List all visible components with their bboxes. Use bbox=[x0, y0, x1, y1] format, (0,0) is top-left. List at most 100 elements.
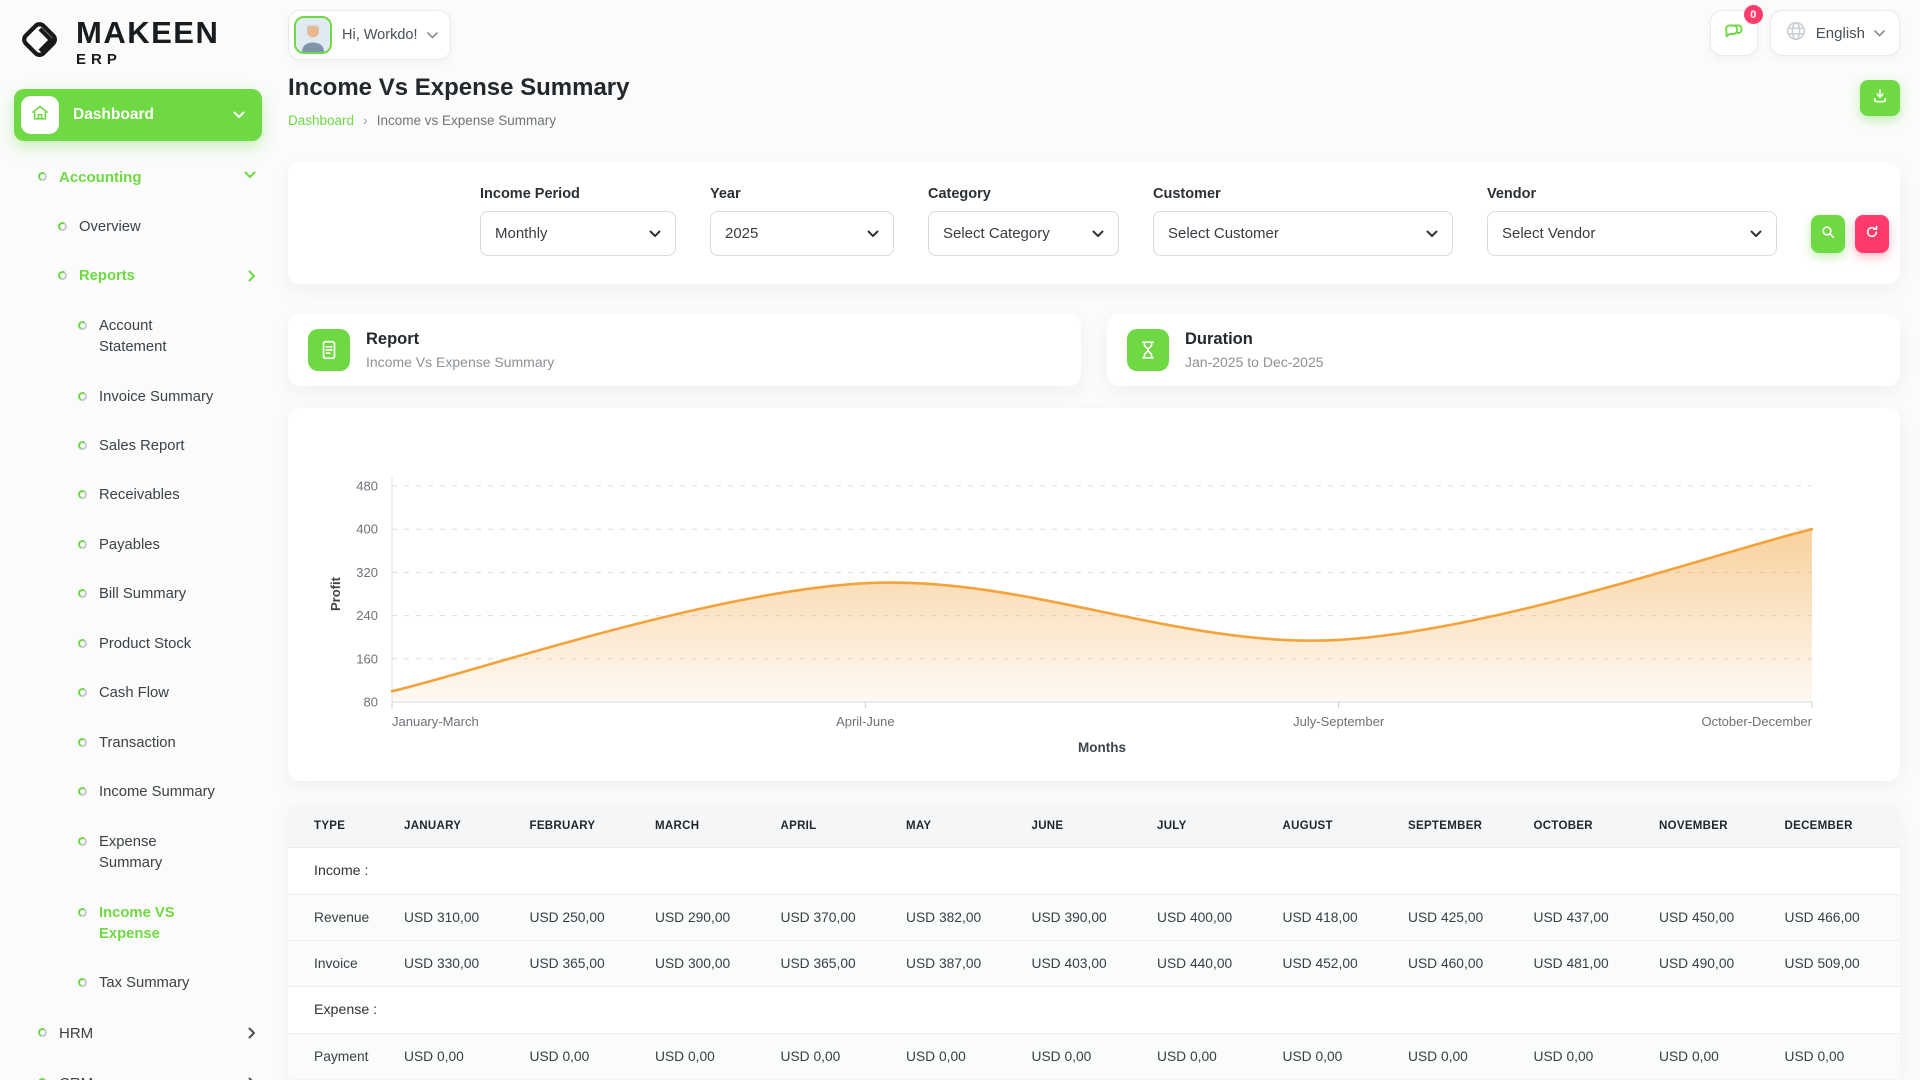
sidebar-item-receivables[interactable]: Receivables bbox=[14, 471, 262, 520]
avatar bbox=[294, 16, 332, 54]
cell: USD 0,00 bbox=[520, 1034, 646, 1080]
chevron-right-icon bbox=[248, 1027, 256, 1039]
column-header-may: MAY bbox=[896, 805, 1022, 848]
bullet-icon bbox=[37, 1077, 48, 1080]
user-menu[interactable]: Hi, Workdo! bbox=[288, 10, 451, 60]
sidebar-item-product-stock[interactable]: Product Stock bbox=[14, 620, 262, 669]
income-period-select[interactable]: Monthly bbox=[480, 211, 676, 256]
cell bbox=[1775, 848, 1901, 895]
bullet-icon bbox=[77, 977, 88, 988]
chevron-down-icon bbox=[1092, 225, 1104, 242]
sidebar-item-hrm[interactable]: HRM bbox=[14, 1009, 262, 1059]
brand-sub: ERP bbox=[76, 51, 219, 68]
profit-area-chart: 80160240320400480January-MarchApril-June… bbox=[312, 430, 1876, 765]
cell: USD 437,00 bbox=[1524, 895, 1650, 941]
report-card-title: Report bbox=[366, 330, 554, 349]
filter-label: Customer bbox=[1153, 186, 1453, 202]
sidebar-item-label: HRM bbox=[59, 1023, 93, 1045]
sidebar-item-overview[interactable]: Overview bbox=[14, 203, 262, 252]
column-header-july: JULY bbox=[1147, 805, 1273, 848]
bullet-icon bbox=[77, 588, 88, 599]
select-value: Select Customer bbox=[1168, 225, 1279, 242]
sidebar-item-accounting[interactable]: Accounting bbox=[14, 153, 262, 203]
cell: USD 310,00 bbox=[394, 895, 520, 941]
breadcrumb-separator: › bbox=[363, 112, 368, 128]
chevron-down-icon bbox=[244, 171, 256, 179]
filter-label: Vendor bbox=[1487, 186, 1777, 202]
bullet-icon bbox=[37, 1027, 48, 1038]
search-button[interactable] bbox=[1811, 215, 1845, 253]
cell bbox=[520, 848, 646, 895]
filter-panel: Income PeriodMonthlyYear2025CategorySele… bbox=[288, 162, 1900, 284]
chevron-right-icon bbox=[248, 270, 256, 282]
cell: USD 382,00 bbox=[896, 895, 1022, 941]
sidebar-item-account-statement[interactable]: Account Statement bbox=[14, 302, 262, 373]
sidebar-item-crm[interactable]: CRM bbox=[14, 1059, 262, 1080]
svg-text:80: 80 bbox=[364, 695, 378, 710]
cell: USD 490,00 bbox=[1649, 941, 1775, 987]
sidebar-item-payables[interactable]: Payables bbox=[14, 521, 262, 570]
cell: USD 330,00 bbox=[394, 941, 520, 987]
report-card-subtitle: Income Vs Expense Summary bbox=[366, 354, 554, 370]
sidebar-item-label: Payables bbox=[99, 535, 160, 556]
cell bbox=[394, 987, 520, 1034]
select-value: Select Category bbox=[943, 225, 1050, 242]
cell: USD 365,00 bbox=[771, 941, 897, 987]
svg-text:Months: Months bbox=[1078, 740, 1126, 755]
cell bbox=[1649, 987, 1775, 1034]
cell: USD 0,00 bbox=[394, 1034, 520, 1080]
sidebar-item-label: Income VS Expense bbox=[99, 903, 175, 946]
sidebar-item-bill-summary[interactable]: Bill Summary bbox=[14, 570, 262, 619]
sidebar-item-label: Invoice Summary bbox=[99, 387, 213, 408]
app-logo[interactable]: MAKEEN ERP bbox=[14, 10, 262, 89]
language-selector[interactable]: English bbox=[1770, 10, 1900, 56]
sidebar-item-income-summary[interactable]: Income Summary bbox=[14, 768, 262, 817]
cell: USD 0,00 bbox=[1649, 1034, 1775, 1080]
filter-group-year: Year2025 bbox=[710, 186, 894, 256]
sidebar-item-tax-summary[interactable]: Tax Summary bbox=[14, 959, 262, 1008]
svg-text:400: 400 bbox=[356, 522, 378, 537]
sidebar-item-dashboard[interactable]: Dashboard bbox=[14, 89, 262, 141]
chat-icon bbox=[1722, 19, 1746, 48]
svg-text:160: 160 bbox=[356, 651, 378, 666]
cell bbox=[1022, 987, 1148, 1034]
bullet-icon bbox=[77, 687, 88, 698]
filter-group-category: CategorySelect Category bbox=[928, 186, 1119, 256]
bullet-icon bbox=[77, 391, 88, 402]
cell: USD 0,00 bbox=[1398, 1034, 1524, 1080]
sidebar-item-invoice-summary[interactable]: Invoice Summary bbox=[14, 373, 262, 422]
cell bbox=[645, 848, 771, 895]
cell bbox=[394, 848, 520, 895]
sidebar-item-reports[interactable]: Reports bbox=[14, 252, 262, 301]
notification-badge: 0 bbox=[1744, 5, 1763, 24]
table-row-revenue: RevenueUSD 310,00USD 250,00USD 290,00USD… bbox=[288, 895, 1900, 941]
cell: USD 370,00 bbox=[771, 895, 897, 941]
table-section-row-expense: Expense : bbox=[288, 987, 1900, 1034]
reset-button[interactable] bbox=[1855, 215, 1889, 253]
sidebar-item-transaction[interactable]: Transaction bbox=[14, 719, 262, 768]
notifications-button[interactable]: 0 bbox=[1710, 10, 1758, 56]
chevron-down-icon bbox=[1750, 225, 1762, 242]
breadcrumb-dashboard-link[interactable]: Dashboard bbox=[288, 113, 354, 128]
sidebar-item-cash-flow[interactable]: Cash Flow bbox=[14, 669, 262, 718]
cell: USD 400,00 bbox=[1147, 895, 1273, 941]
svg-text:320: 320 bbox=[356, 565, 378, 580]
download-button[interactable] bbox=[1860, 80, 1900, 116]
income-expense-table-card: TYPEJANUARYFEBRUARYMARCHAPRILMAYJUNEJULY… bbox=[288, 805, 1900, 1079]
duration-card: Duration Jan-2025 to Dec-2025 bbox=[1107, 314, 1900, 386]
topbar: Hi, Workdo! 0 English bbox=[280, 0, 1920, 60]
sidebar: MAKEEN ERP Dashboard AccountingOverviewR… bbox=[0, 0, 280, 1080]
sidebar-item-income-vs-expense[interactable]: Income VS Expense bbox=[14, 889, 262, 960]
category-select[interactable]: Select Category bbox=[928, 211, 1119, 256]
year-select[interactable]: 2025 bbox=[710, 211, 894, 256]
sidebar-item-label: Account Statement bbox=[99, 316, 166, 359]
bullet-icon bbox=[77, 907, 88, 918]
bullet-icon bbox=[57, 221, 68, 232]
sidebar-item-sales-report[interactable]: Sales Report bbox=[14, 422, 262, 471]
sidebar-item-expense-summary[interactable]: Expense Summary bbox=[14, 818, 262, 889]
select-value: Monthly bbox=[495, 225, 548, 242]
customer-select[interactable]: Select Customer bbox=[1153, 211, 1453, 256]
vendor-select[interactable]: Select Vendor bbox=[1487, 211, 1777, 256]
cell bbox=[1273, 987, 1399, 1034]
bullet-icon bbox=[77, 737, 88, 748]
